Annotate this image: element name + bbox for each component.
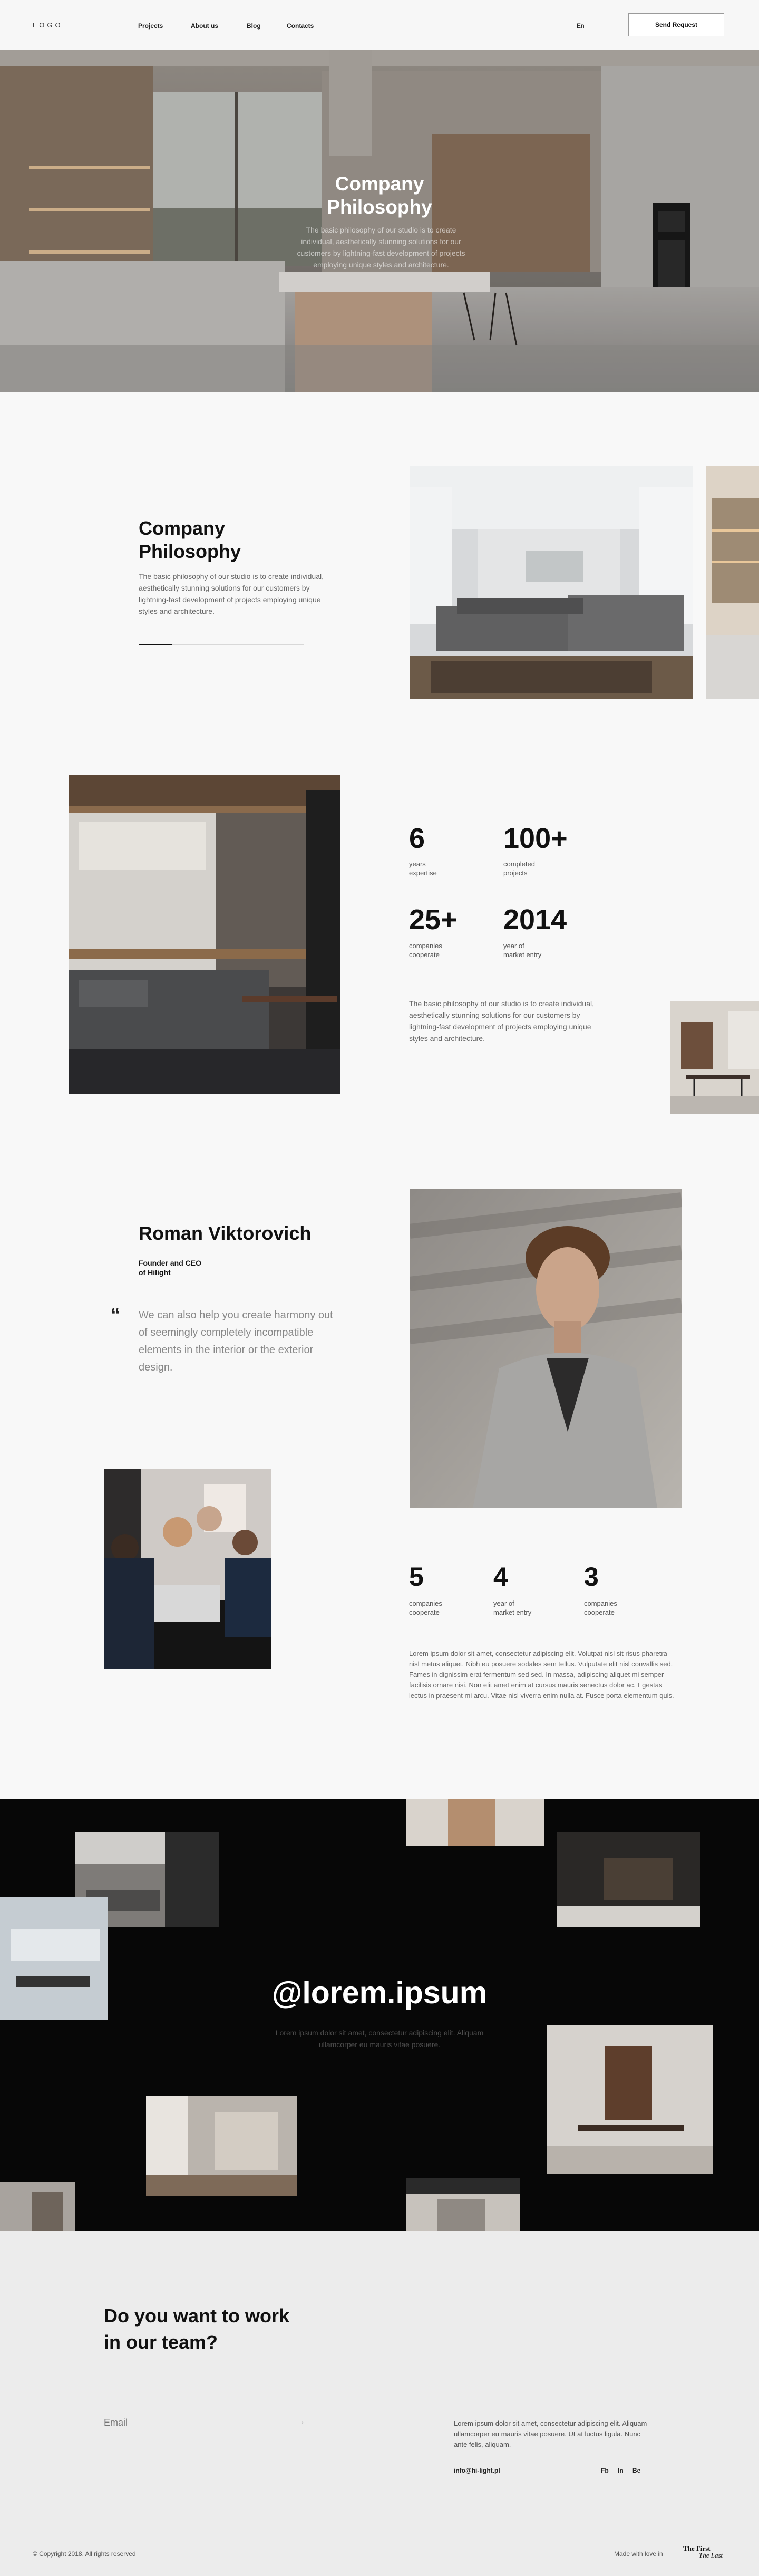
stat-value: 25+ (409, 904, 458, 935)
nav-blog[interactable]: Blog (247, 22, 261, 30)
stat-value: 2014 (503, 904, 567, 935)
team-stat-label: year of market entry (493, 1599, 532, 1616)
site-header: LOGO Projects About us Blog Contacts En … (0, 0, 759, 50)
slider-progress (139, 644, 172, 645)
philosophy-title: Company Philosophy (139, 517, 241, 562)
gallery-image[interactable] (0, 1897, 108, 2020)
copyright: © Copyright 2018. All rights reserved (33, 2550, 136, 2558)
social-linkedin[interactable]: In (618, 2467, 624, 2474)
team-stat-value: 4 (493, 1562, 508, 1591)
founder-name: Roman Viktorovich (139, 1222, 312, 1244)
gallery-image[interactable] (547, 2025, 713, 2174)
stat-value: 100+ (503, 823, 568, 854)
nav-about-us[interactable]: About us (191, 22, 218, 30)
hero-text: The basic philosophy of our studio is to… (297, 226, 465, 269)
hero-title: Company Philosophy (327, 173, 432, 218)
philosophy-text: The basic philosophy of our studio is to… (139, 572, 324, 615)
arrow-right-icon[interactable]: → (297, 2417, 305, 2427)
hero-kitchen-image (0, 50, 759, 392)
stat-label: year of market entry (503, 942, 542, 959)
stats-text: The basic philosophy of our studio is to… (409, 999, 594, 1043)
gallery-image[interactable] (557, 1832, 700, 1927)
logo[interactable]: LOGO (33, 21, 63, 29)
join-text: Lorem ipsum dolor sit amet, consectetur … (454, 2419, 647, 2448)
join-team-section: Do you want to work in our team? → Lorem… (0, 2231, 759, 2576)
team-stat-label: companies cooperate (584, 1599, 617, 1616)
quote-mark: “ (111, 1304, 120, 1325)
stat-label: years expertise (409, 860, 437, 877)
instagram-section: @lorem.ipsum Lorem ipsum dolor sit amet,… (0, 1799, 759, 2231)
instagram-text: Lorem ipsum dolor sit amet, consectetur … (275, 2029, 484, 2049)
language-switch[interactable]: En (577, 22, 585, 30)
social-facebook[interactable]: Fb (601, 2467, 609, 2474)
team-stat-value: 5 (409, 1562, 424, 1591)
gallery-image[interactable] (0, 2182, 75, 2231)
team-text: Lorem ipsum dolor sit amet, consectetur … (409, 1649, 674, 1700)
gallery-image[interactable] (406, 2178, 520, 2231)
nav-contacts[interactable]: Contacts (287, 22, 314, 30)
made-with-love: Made with love in (614, 2550, 663, 2558)
contact-email[interactable]: info@hi-light.pl (454, 2467, 500, 2474)
stat-label: completed projects (503, 860, 535, 877)
stat-value: 6 (409, 823, 425, 854)
loft-living-room-image[interactable] (69, 775, 340, 1094)
join-title: Do you want to work in our team? (104, 2305, 290, 2353)
instagram-handle[interactable]: @lorem.ipsum (232, 1975, 527, 2011)
email-input[interactable] (104, 2415, 278, 2430)
team-stat-label: companies cooperate (409, 1599, 442, 1616)
dining-room-thumb-image[interactable] (670, 1001, 759, 1114)
hero-section: Company Philosophy The basic philosophy … (0, 50, 759, 392)
team-photo-image (104, 1469, 271, 1669)
stat-label: companies cooperate (409, 942, 442, 959)
gallery-image[interactable] (146, 2096, 297, 2196)
social-behance[interactable]: Be (632, 2467, 640, 2474)
slider-track[interactable] (139, 644, 304, 645)
founder-portrait-image (410, 1189, 682, 1508)
send-request-button[interactable]: Send Request (628, 13, 724, 36)
kitchen-thumb-image[interactable] (706, 466, 759, 699)
nav-projects[interactable]: Projects (138, 22, 163, 30)
living-room-image[interactable] (410, 466, 693, 699)
gallery-image[interactable] (406, 1799, 544, 1846)
team-stat-value: 3 (584, 1562, 599, 1591)
brand-signature[interactable]: The First The Last (683, 2545, 723, 2559)
founder-quote: We can also help you create harmony out … (139, 1309, 333, 1373)
founder-role: Founder and CEO of Hilight (139, 1259, 201, 1277)
email-field[interactable]: → (104, 2415, 305, 2433)
